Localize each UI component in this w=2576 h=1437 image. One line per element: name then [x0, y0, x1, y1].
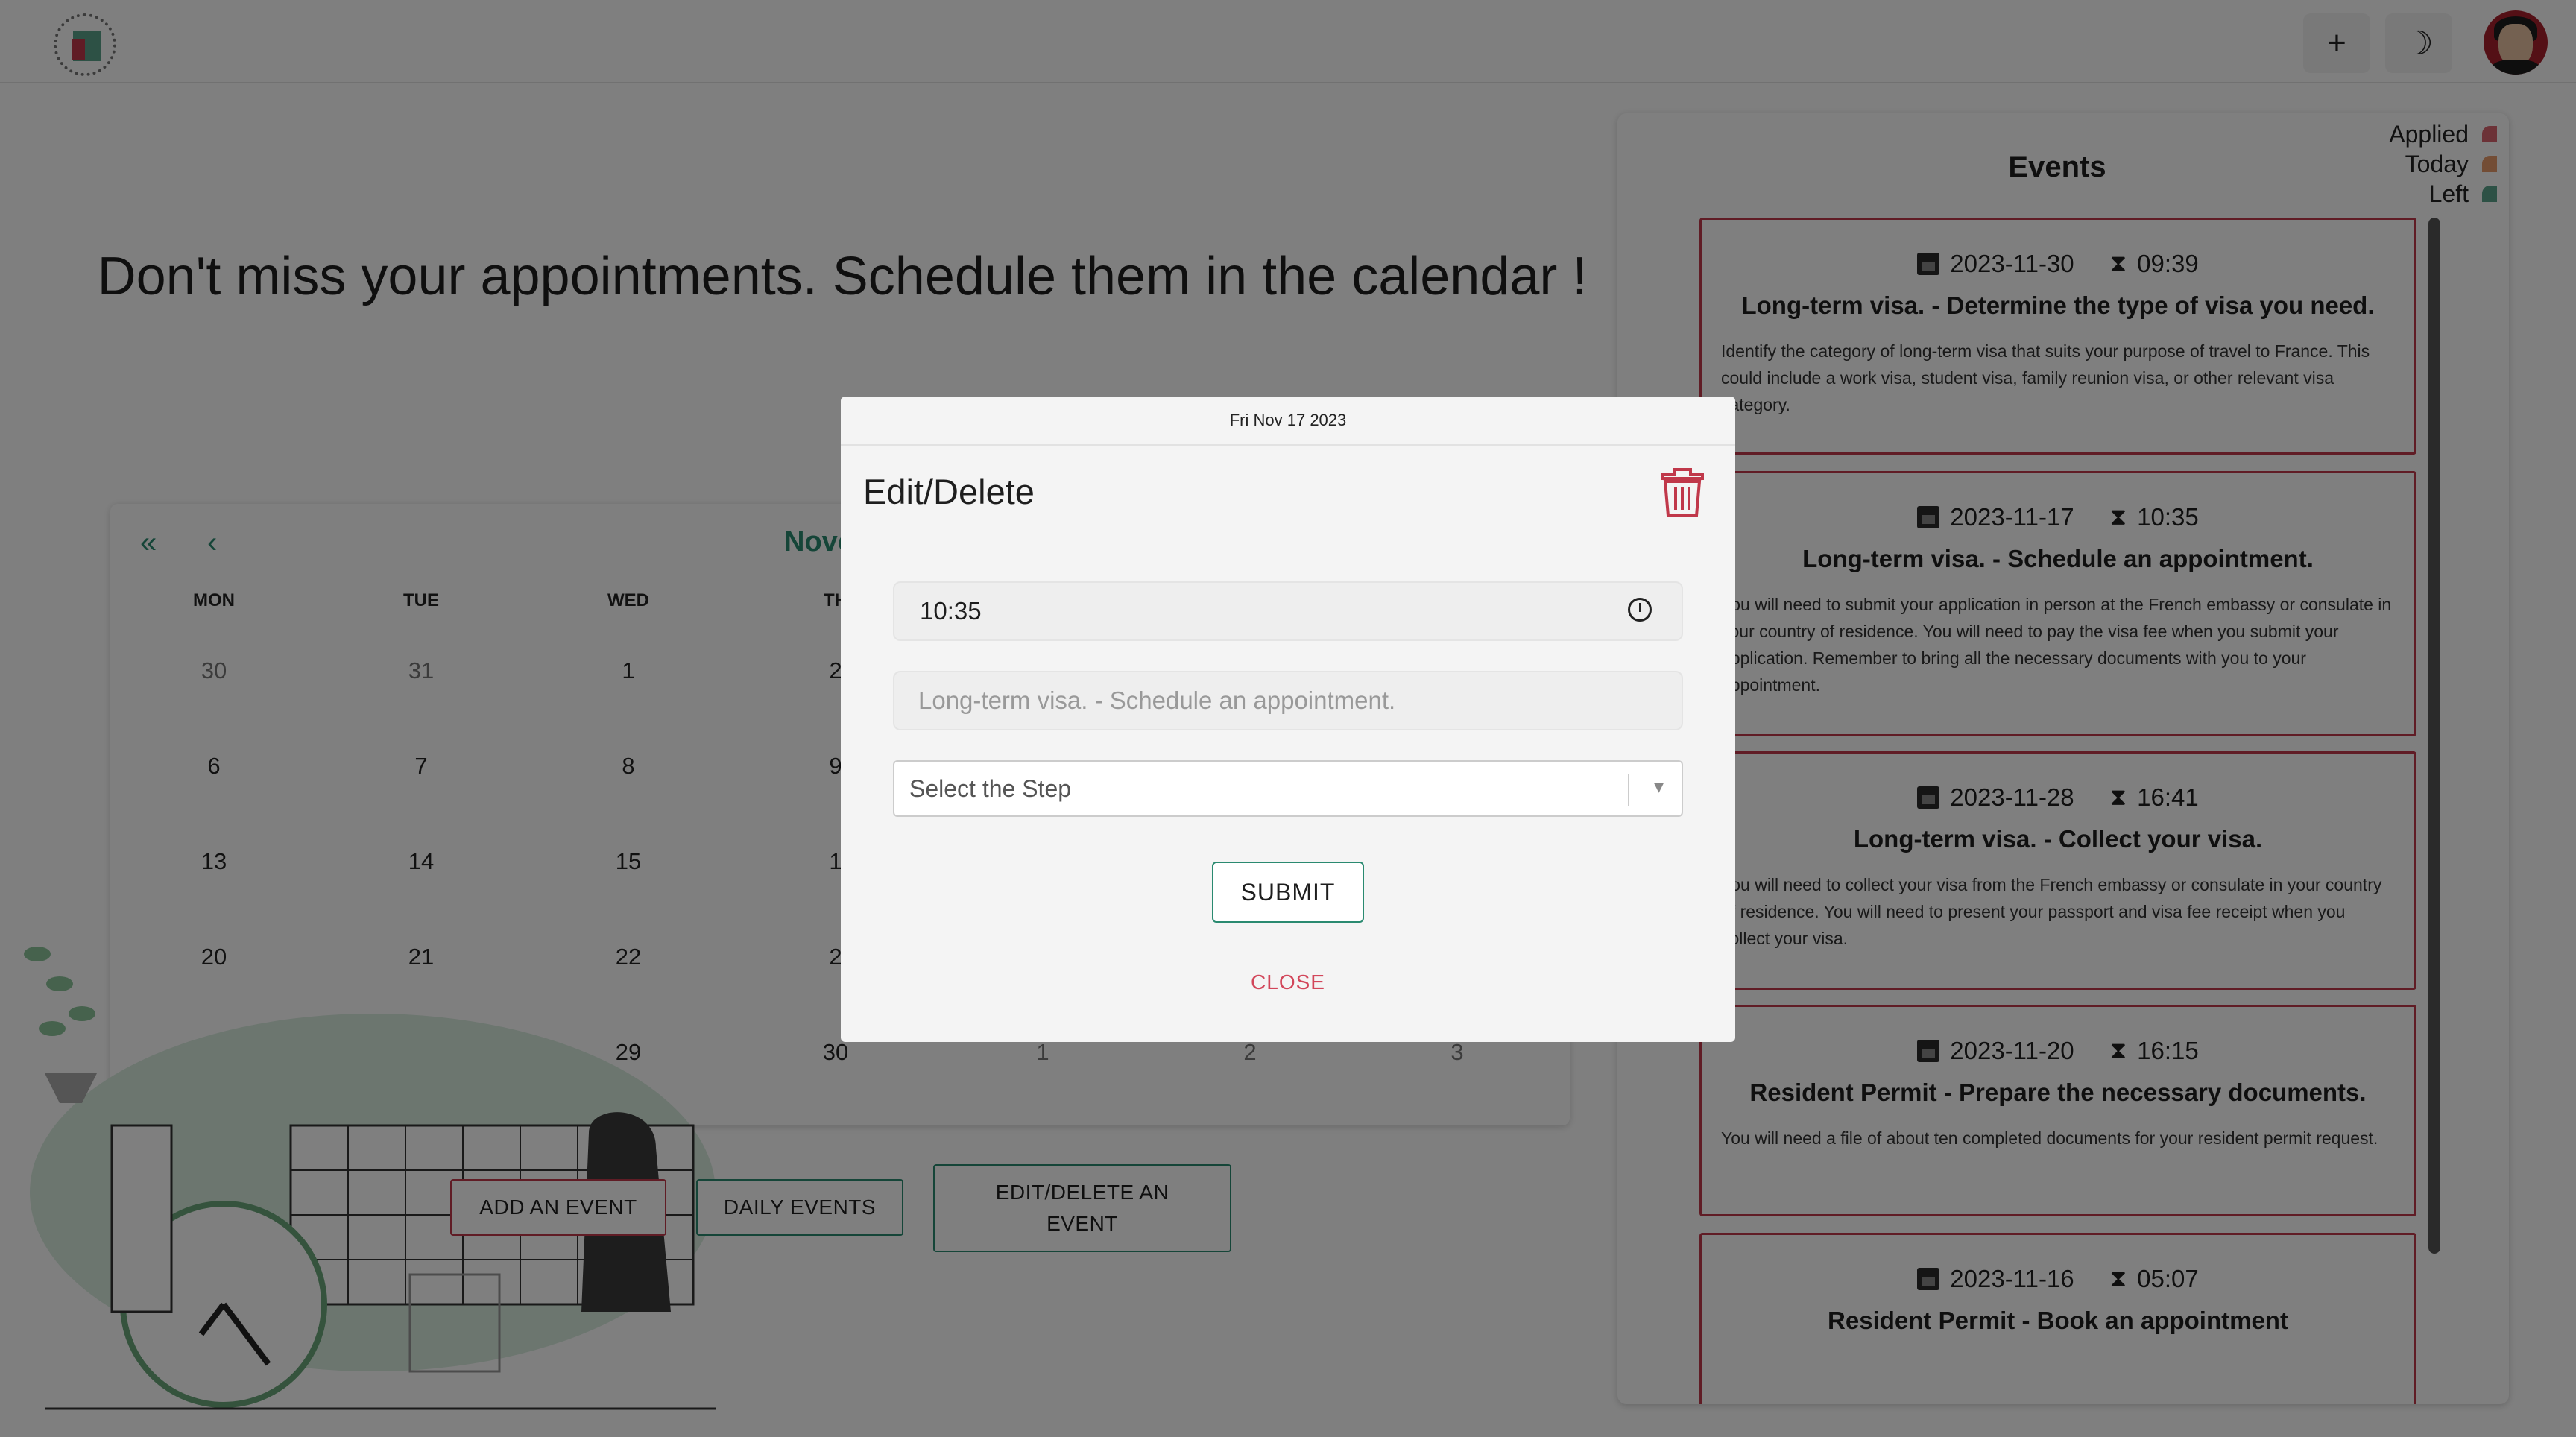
close-button[interactable]: CLOSE	[841, 970, 1735, 994]
description-input[interactable]: Long-term visa. - Schedule an appointmen…	[893, 671, 1683, 730]
step-select-placeholder: Select the Step	[909, 774, 1072, 802]
time-input[interactable]: 10:35	[893, 581, 1683, 641]
chevron-down-icon[interactable]: ▾	[1654, 775, 1664, 798]
modal-date: Fri Nov 17 2023	[841, 397, 1735, 446]
select-separator	[1628, 774, 1629, 806]
time-value: 10:35	[920, 597, 982, 625]
clock-icon[interactable]	[1628, 598, 1652, 622]
trash-icon[interactable]	[1659, 465, 1705, 519]
step-select[interactable]: Select the Step ▾	[893, 760, 1683, 817]
modal-title: Edit/Delete	[863, 472, 1035, 511]
submit-button[interactable]: SUBMIT	[1212, 862, 1364, 923]
edit-delete-modal: Fri Nov 17 2023 Edit/Delete 10:35 Long-t…	[841, 397, 1735, 1042]
